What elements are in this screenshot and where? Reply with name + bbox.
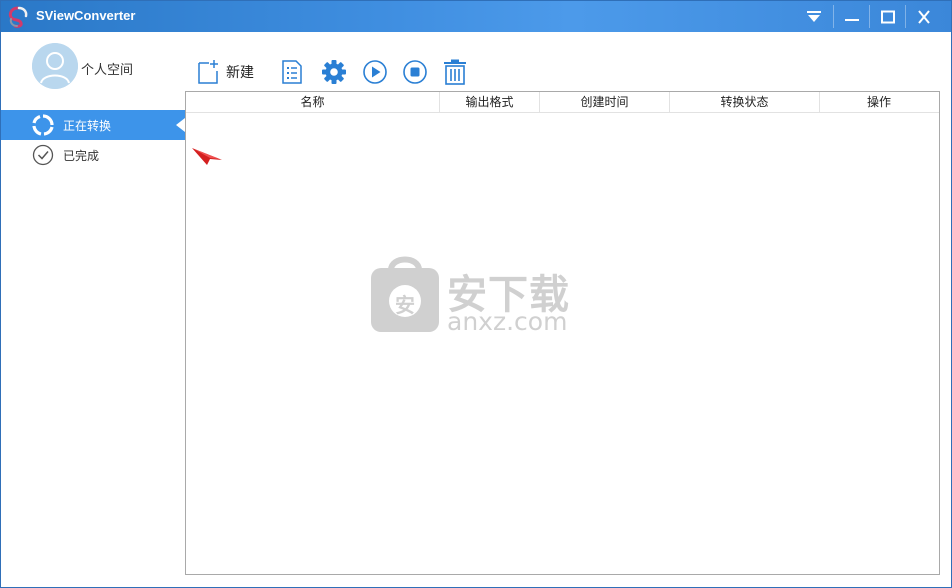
menu-dropdown-button[interactable]	[796, 1, 832, 32]
delete-button[interactable]	[443, 59, 467, 85]
watermark-domain: anxz.com	[447, 307, 568, 336]
user-avatar-icon	[32, 43, 78, 89]
maximize-button[interactable]	[870, 1, 906, 32]
trash-icon	[444, 59, 466, 85]
close-button[interactable]	[906, 1, 942, 32]
sidebar: 个人空间 正在转换 已完成	[1, 32, 185, 587]
task-list-button[interactable]	[281, 59, 303, 85]
stop-icon	[403, 60, 427, 84]
column-header-status[interactable]: 转换状态	[670, 92, 820, 112]
column-header-created-time[interactable]: 创建时间	[540, 92, 670, 112]
maximize-icon	[881, 10, 895, 23]
triangle-down-icon	[807, 10, 821, 22]
gear-icon	[322, 60, 346, 84]
column-header-output-format[interactable]: 输出格式	[440, 92, 540, 112]
table-header: 名称 输出格式 创建时间 转换状态 操作	[186, 92, 939, 113]
active-indicator-arrow	[176, 118, 185, 132]
sidebar-item-label: 正在转换	[63, 119, 112, 133]
document-list-icon	[282, 60, 302, 84]
watermark: 安 安下载 anxz.com	[369, 252, 599, 342]
start-button[interactable]	[362, 59, 388, 85]
task-table[interactable]: 名称 输出格式 创建时间 转换状态 操作 安 安下载 anxz.com	[185, 91, 940, 575]
sidebar-item-label: 已完成	[63, 149, 100, 163]
toolbar: 新建	[185, 32, 951, 90]
avatar[interactable]	[32, 43, 78, 89]
minimize-icon	[845, 18, 859, 21]
new-button-label: 新建	[226, 65, 254, 81]
watermark-badge-text: 安	[395, 293, 415, 317]
red-arrow-pointer-icon	[192, 148, 222, 165]
settings-button[interactable]	[321, 59, 347, 85]
sidebar-item-converting[interactable]: 正在转换	[1, 110, 185, 140]
column-header-name[interactable]: 名称	[186, 92, 440, 112]
converting-ring-icon	[32, 114, 54, 136]
stop-button[interactable]	[402, 59, 428, 85]
new-file-icon	[198, 60, 218, 84]
minimize-button[interactable]	[834, 1, 870, 32]
close-icon	[918, 9, 930, 24]
check-circle-icon	[32, 144, 54, 166]
new-button[interactable]: 新建	[197, 59, 254, 85]
app-logo-icon	[8, 6, 28, 28]
column-header-actions[interactable]: 操作	[820, 92, 938, 112]
window-title: SViewConverter	[36, 8, 136, 23]
sidebar-item-completed[interactable]: 已完成	[1, 140, 185, 170]
app-window: SViewConverter 个人空间 正在转换 已完成 新建 名称 输出格式 …	[0, 0, 952, 588]
user-space-label[interactable]: 个人空间	[81, 59, 133, 78]
play-icon	[363, 60, 387, 84]
title-bar[interactable]: SViewConverter	[1, 1, 951, 32]
